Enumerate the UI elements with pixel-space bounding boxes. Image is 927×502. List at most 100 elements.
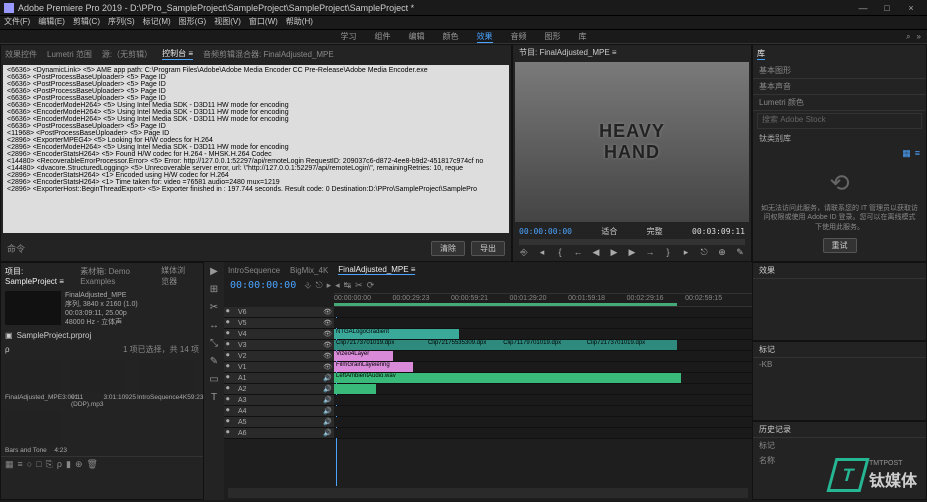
timeline-tool-icon[interactable]: ◂ <box>335 280 340 291</box>
menu-文件(F)[interactable]: 文件(F) <box>4 16 30 29</box>
menu-帮助(H)[interactable]: 帮助(H) <box>286 16 313 29</box>
track-header[interactable]: ⏺A5🔊 <box>224 417 334 427</box>
sequence-tab[interactable]: BigMix_4K <box>290 266 328 275</box>
program-full-dropdown[interactable]: 完整 <box>647 226 663 237</box>
library-retry-button[interactable]: 重试 <box>823 238 857 253</box>
side-panel-row[interactable]: -KB <box>753 358 926 371</box>
side-panel-row[interactable]: 名称 <box>753 453 926 468</box>
side-panel-header[interactable]: 效果 <box>753 263 926 279</box>
timeline-tool-icon[interactable]: ↹ <box>344 280 352 291</box>
timeline-tool-icon[interactable]: ⎋ <box>315 280 322 291</box>
timeline-tc-current[interactable]: 00:00:00:00 <box>230 280 296 291</box>
transport-button[interactable]: ▶ <box>626 247 638 259</box>
panel-collapsed[interactable]: 基本声音 <box>753 79 926 95</box>
workspace-颜色[interactable]: 颜色 <box>443 31 459 43</box>
project-footer-icon[interactable]: □ <box>36 459 41 470</box>
bin-icon[interactable]: ▣ <box>5 331 13 340</box>
maximize-button[interactable]: □ <box>875 3 899 13</box>
menu-视图(V)[interactable]: 视图(V) <box>214 16 241 29</box>
tool-button[interactable]: ▶ <box>207 266 221 280</box>
track-row[interactable]: ⏺A3🔊 <box>224 395 752 406</box>
track-row[interactable]: ⏺V4👁NTGALogoGradient <box>224 329 752 340</box>
sequence-tab[interactable]: FinalAdjusted_MPE ≡ <box>338 265 415 275</box>
timeline-clip[interactable]: LeftAmbientAudio.wav <box>334 373 681 383</box>
track-row[interactable]: ⏺A2🔊 <box>224 384 752 395</box>
project-thumb[interactable]: IntroSequence4K59:23 <box>137 359 199 408</box>
side-panel-header[interactable]: 历史记录 <box>753 422 926 438</box>
tool-button[interactable]: ▭ <box>207 374 221 388</box>
track-header[interactable]: ⏺V6👁 <box>224 307 334 317</box>
transport-button[interactable]: ▶ <box>608 247 620 259</box>
track-header[interactable]: ⏺A1🔊 <box>224 373 334 383</box>
track-header[interactable]: ⏺A3🔊 <box>224 395 334 405</box>
transport-button[interactable]: ✎ <box>734 247 746 259</box>
transport-button[interactable]: ◂ <box>536 247 548 259</box>
timeline-clip[interactable]: NTGALogoGradient <box>334 329 459 339</box>
track-row[interactable]: ⏺V6👁 <box>224 307 752 318</box>
tool-button[interactable]: ⤡ <box>207 338 221 352</box>
timeline-clip[interactable]: Vizeo4Layer <box>334 351 393 361</box>
workspace-库[interactable]: 库 <box>579 31 587 43</box>
source-tab[interactable]: 控制台 ≡ <box>162 48 193 60</box>
project-footer-icon[interactable]: ▦ <box>5 459 14 470</box>
filter-input[interactable]: ρ <box>5 345 10 354</box>
side-panel-row[interactable]: 标记 <box>753 438 926 453</box>
menu-编辑(E)[interactable]: 编辑(E) <box>38 16 65 29</box>
project-thumb[interactable]: 01 (DDP).mp33:01:10925 <box>71 359 133 408</box>
tool-button[interactable]: ↔ <box>207 320 221 334</box>
source-tab[interactable]: 效果控件 <box>5 49 37 60</box>
timeline-clip[interactable]: Clip72173701019.dpx <box>334 340 426 350</box>
stock-search-input[interactable]: 搜索 Adobe Stock <box>757 113 922 129</box>
track-row[interactable]: ⏺A6🔊 <box>224 428 752 439</box>
project-footer-icon[interactable]: ≡ <box>18 459 23 470</box>
view-grid-icon[interactable]: ▦ <box>902 148 911 159</box>
track-row[interactable]: ⏺A1🔊LeftAmbientAudio.wav <box>224 373 752 384</box>
track-row[interactable]: ⏺V2👁Vizeo4Layer <box>224 351 752 362</box>
close-button[interactable]: × <box>899 3 923 13</box>
timeline-tool-icon[interactable]: ⎀ <box>304 280 311 291</box>
track-header[interactable]: ⏺V3👁 <box>224 340 334 350</box>
workspace-编辑[interactable]: 编辑 <box>409 31 425 43</box>
project-footer-icon[interactable]: ▮ <box>66 459 71 470</box>
project-thumb[interactable]: Bars and Tone4:23 <box>5 412 67 454</box>
tool-button[interactable]: ✂ <box>207 302 221 316</box>
track-header[interactable]: ⏺A4🔊 <box>224 406 334 416</box>
transport-button[interactable]: ▸ <box>680 247 692 259</box>
project-footer-icon[interactable]: ρ <box>57 459 62 470</box>
timeline-zoom-slider[interactable] <box>228 488 748 498</box>
console-export-button[interactable]: 导出 <box>471 241 505 256</box>
sequence-tab[interactable]: IntroSequence <box>228 266 280 275</box>
transport-button[interactable]: ⎋ <box>698 247 710 259</box>
program-viewport[interactable]: HEAVYHAND <box>515 62 749 222</box>
menu-图形(G)[interactable]: 图形(G) <box>179 16 207 29</box>
timeline-tracks[interactable]: ⏺V6👁⏺V5👁⏺V4👁NTGALogoGradient⏺V3👁Clip7217… <box>224 307 752 486</box>
track-header[interactable]: ⏺V2👁 <box>224 351 334 361</box>
workspace-学习[interactable]: 学习 <box>341 31 357 43</box>
minimize-button[interactable]: — <box>851 3 875 13</box>
track-row[interactable]: ⏺A5🔊 <box>224 417 752 428</box>
track-row[interactable]: ⏺V3👁Clip72173701019.dpxClip72175535309.d… <box>224 340 752 351</box>
menu-剪辑(C)[interactable]: 剪辑(C) <box>73 16 100 29</box>
track-header[interactable]: ⏺A6🔊 <box>224 428 334 438</box>
project-tab[interactable]: 素材箱: Demo Examples <box>80 266 145 286</box>
menu-窗口(W)[interactable]: 窗口(W) <box>249 16 278 29</box>
transport-button[interactable]: ⊕ <box>716 247 728 259</box>
project-footer-icon[interactable]: ⎘ <box>46 459 53 470</box>
bin-name[interactable]: SampleProject.prproj <box>17 331 92 340</box>
console-clear-button[interactable]: 清除 <box>431 241 465 256</box>
source-tab[interactable]: Lumetri 范围 <box>47 49 92 60</box>
transport-button[interactable]: { <box>554 247 566 259</box>
project-footer-icon[interactable]: 🗑 <box>86 459 97 470</box>
tab-libraries[interactable]: 库 <box>757 48 765 60</box>
workspace-音频[interactable]: 音频 <box>511 31 527 43</box>
timeline-clip[interactable] <box>334 384 376 394</box>
project-thumb[interactable]: FinalAdjusted_MPE3:09:11 <box>5 359 67 408</box>
library-dropdown[interactable]: 钛类别库 <box>753 131 926 146</box>
tool-button[interactable]: ⊞ <box>207 284 221 298</box>
transport-button[interactable]: } <box>662 247 674 259</box>
view-list-icon[interactable]: ≡ <box>915 148 920 159</box>
side-panel-header[interactable]: 标记 <box>753 342 926 358</box>
timeline-tool-icon[interactable]: ⟳ <box>367 280 375 291</box>
timeline-clip[interactable]: Clip72173701019.dpx <box>585 340 677 350</box>
project-footer-icon[interactable]: ⊕ <box>75 459 83 470</box>
